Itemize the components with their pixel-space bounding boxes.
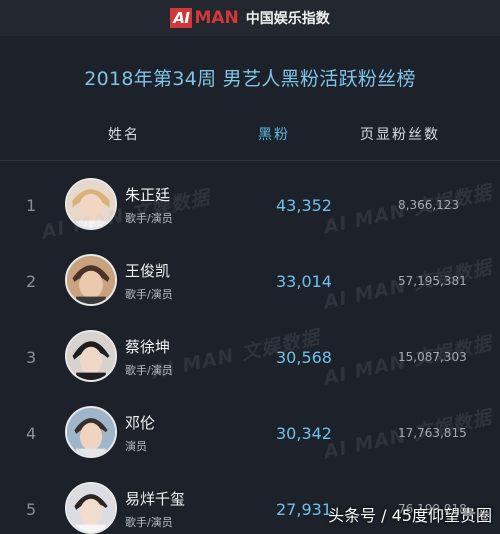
- rank-number: 2: [26, 272, 37, 291]
- black-fans-count: 27,931: [276, 500, 332, 519]
- artist-name: 朱正廷: [125, 186, 171, 204]
- rank-number: 3: [26, 348, 37, 367]
- ranking-row: 2 王俊凯 歌手/演员 33,014 57,195,381: [0, 246, 500, 322]
- avatar: [65, 254, 117, 306]
- brand-name: 中国娱乐指数: [245, 11, 330, 27]
- rank-number: 1: [26, 196, 37, 215]
- artist-name: 易烊千玺: [125, 490, 186, 508]
- ranking-row: 3 蔡徐坤 歌手/演员 30,568 15,087,303: [0, 322, 500, 398]
- footer-watermark: 头条号 / 45度仰望贵圈: [328, 506, 492, 525]
- rank-number: 5: [26, 500, 37, 519]
- artist-role: 歌手/演员: [125, 212, 173, 225]
- artist-name: 王俊凯: [125, 262, 171, 280]
- page-title: 2018年第34周 男艺人黑粉活跃粉丝榜: [84, 68, 416, 90]
- black-fans-count: 30,342: [276, 424, 332, 443]
- black-fans-count: 33,014: [276, 272, 332, 291]
- artist-role: 歌手/演员: [125, 516, 173, 529]
- avatar: [65, 178, 117, 230]
- rank-number: 4: [26, 424, 37, 443]
- brand-header: AI MAN 中国娱乐指数: [0, 0, 500, 36]
- page-fans-count: 17,763,815: [398, 426, 467, 440]
- artist-name: 蔡徐坤: [125, 338, 171, 356]
- artist-name: 邓伦: [125, 414, 156, 432]
- artist-role: 歌手/演员: [125, 288, 173, 301]
- aiman-logo: AI MAN: [170, 8, 239, 28]
- black-fans-count: 43,352: [276, 196, 332, 215]
- ranking-page: AI MAN 中国娱乐指数 2018年第34周 男艺人黑粉活跃粉丝榜 姓名 黑粉…: [0, 0, 500, 534]
- logo-ai: AI: [170, 8, 193, 28]
- column-header-page-fans: 页显粉丝数: [360, 127, 440, 143]
- avatar: [65, 330, 117, 382]
- black-fans-count: 30,568: [276, 348, 332, 367]
- avatar: [65, 482, 117, 534]
- artist-role: 演员: [125, 440, 147, 453]
- avatar: [65, 406, 117, 458]
- artist-role: 歌手/演员: [125, 364, 173, 377]
- ranking-row: 1 朱正廷 歌手/演员 43,352 8,366,123: [0, 170, 500, 246]
- column-header-black-fans: 黑粉: [258, 127, 290, 143]
- logo-man: MAN: [194, 8, 239, 28]
- page-fans-count: 8,366,123: [398, 198, 460, 212]
- page-fans-count: 15,087,303: [398, 350, 467, 364]
- page-fans-count: 57,195,381: [398, 274, 467, 288]
- ranking-row: 4 邓伦 演员 30,342 17,763,815: [0, 398, 500, 474]
- header-divider: [0, 160, 500, 161]
- column-header-name: 姓名: [108, 127, 140, 143]
